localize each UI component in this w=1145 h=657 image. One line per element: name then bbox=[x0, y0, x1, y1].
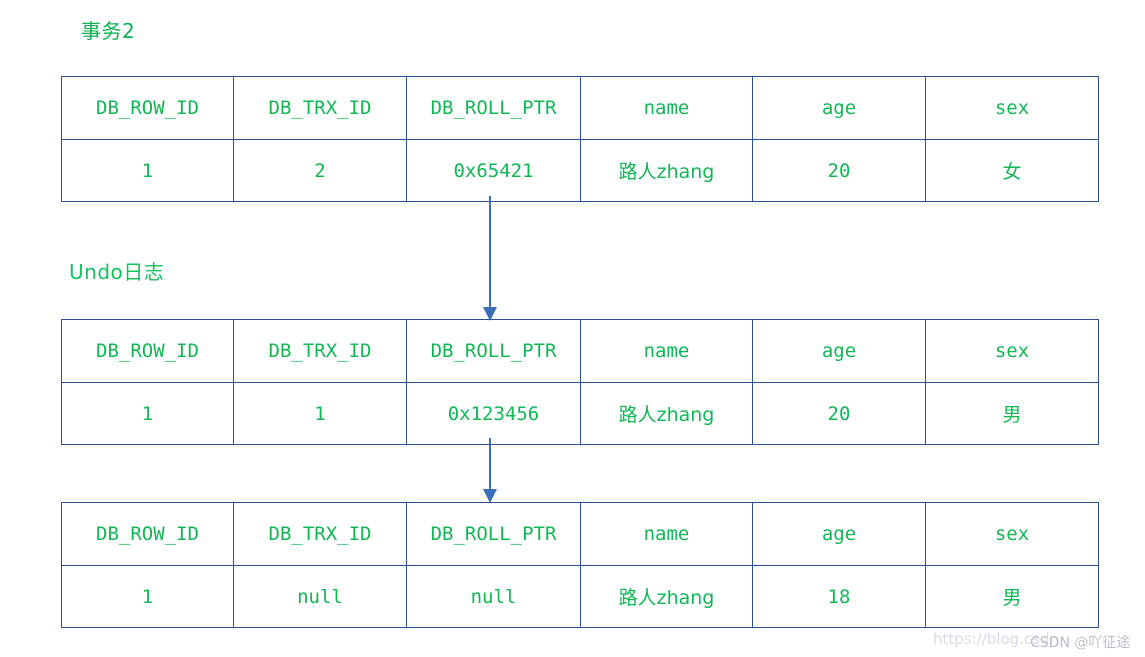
header-cell-age: age bbox=[752, 502, 926, 566]
cell-sex: 男 bbox=[925, 382, 1099, 445]
header-cell-db-row-id: DB_ROW_ID bbox=[61, 502, 234, 566]
header-cell-db-roll-ptr: DB_ROLL_PTR bbox=[406, 502, 581, 566]
header-cell-db-roll-ptr: DB_ROLL_PTR bbox=[406, 76, 581, 140]
table-row: 1 1 0x123456 路人zhang 20 男 bbox=[61, 382, 1099, 445]
header-cell-db-trx-id: DB_TRX_ID bbox=[233, 319, 407, 383]
cell-db-row-id: 1 bbox=[61, 139, 234, 202]
header-cell-name: name bbox=[580, 76, 753, 140]
cell-sex: 男 bbox=[925, 565, 1099, 628]
cell-name: 路人zhang bbox=[580, 565, 753, 628]
diagram-canvas: 事务2 Undo日志 DB_ROW_ID DB_TRX_ID DB_ROLL_P… bbox=[0, 0, 1145, 657]
header-cell-db-row-id: DB_ROW_ID bbox=[61, 76, 234, 140]
cell-db-row-id: 1 bbox=[61, 382, 234, 445]
header-cell-name: name bbox=[580, 319, 753, 383]
cell-db-roll-ptr: 0x123456 bbox=[406, 382, 581, 445]
header-cell-name: name bbox=[580, 502, 753, 566]
header-cell-db-trx-id: DB_TRX_ID bbox=[233, 502, 407, 566]
table-row: 1 null null 路人zhang 18 男 bbox=[61, 565, 1099, 628]
undo-log-label: Undo日志 bbox=[69, 260, 165, 284]
cell-sex: 女 bbox=[925, 139, 1099, 202]
header-cell-sex: sex bbox=[925, 76, 1099, 140]
cell-age: 20 bbox=[752, 382, 926, 445]
table-row: 1 2 0x65421 路人zhang 20 女 bbox=[61, 139, 1099, 202]
cell-db-trx-id: 1 bbox=[233, 382, 407, 445]
header-cell-age: age bbox=[752, 76, 926, 140]
watermark-author: CSDN @吖征途 bbox=[1030, 635, 1131, 651]
arrow-table2-to-table3-icon bbox=[483, 438, 497, 503]
watermark-url: https://blog.csdn bbox=[933, 630, 1060, 648]
table-current-row: DB_ROW_ID DB_TRX_ID DB_ROLL_PTR name age… bbox=[61, 76, 1099, 202]
cell-db-trx-id: 2 bbox=[233, 139, 407, 202]
header-cell-sex: sex bbox=[925, 502, 1099, 566]
header-cell-age: age bbox=[752, 319, 926, 383]
cell-db-roll-ptr: 0x65421 bbox=[406, 139, 581, 202]
table-header-row: DB_ROW_ID DB_TRX_ID DB_ROLL_PTR name age… bbox=[61, 319, 1099, 383]
table-header-row: DB_ROW_ID DB_TRX_ID DB_ROLL_PTR name age… bbox=[61, 502, 1099, 566]
header-cell-db-row-id: DB_ROW_ID bbox=[61, 319, 234, 383]
table-undo-log-entry-1: DB_ROW_ID DB_TRX_ID DB_ROLL_PTR name age… bbox=[61, 319, 1099, 445]
cell-db-roll-ptr: null bbox=[406, 565, 581, 628]
header-cell-db-trx-id: DB_TRX_ID bbox=[233, 76, 407, 140]
cell-name: 路人zhang bbox=[580, 139, 753, 202]
cell-age: 20 bbox=[752, 139, 926, 202]
table-header-row: DB_ROW_ID DB_TRX_ID DB_ROLL_PTR name age… bbox=[61, 76, 1099, 140]
cell-db-trx-id: null bbox=[233, 565, 407, 628]
header-cell-sex: sex bbox=[925, 319, 1099, 383]
transaction-title-label: 事务2 bbox=[81, 19, 136, 43]
cell-db-row-id: 1 bbox=[61, 565, 234, 628]
table-undo-log-entry-2: DB_ROW_ID DB_TRX_ID DB_ROLL_PTR name age… bbox=[61, 502, 1099, 628]
arrow-table1-to-table2-icon bbox=[483, 196, 497, 321]
cell-name: 路人zhang bbox=[580, 382, 753, 445]
header-cell-db-roll-ptr: DB_ROLL_PTR bbox=[406, 319, 581, 383]
cell-age: 18 bbox=[752, 565, 926, 628]
